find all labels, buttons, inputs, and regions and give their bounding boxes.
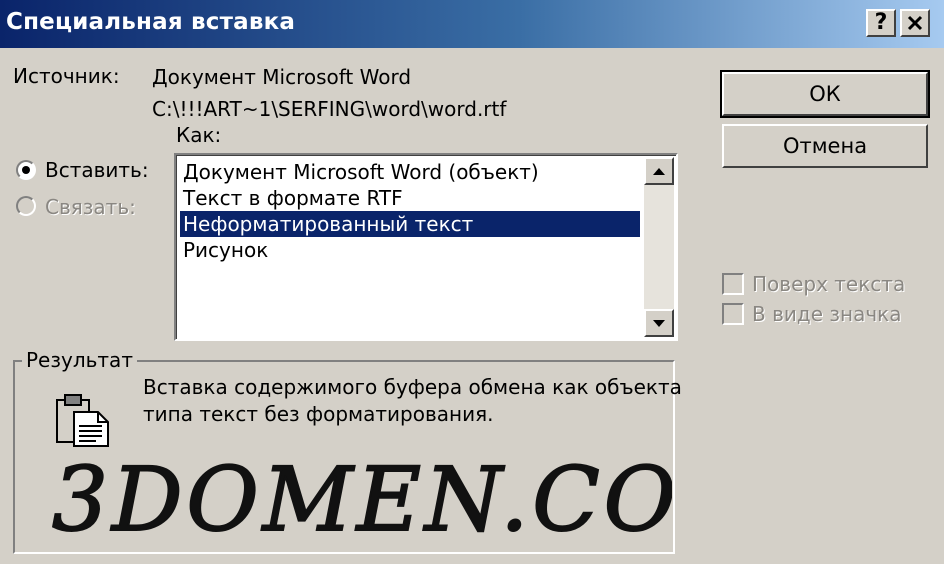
dialog-title: Специальная вставка bbox=[6, 9, 296, 35]
close-button[interactable] bbox=[900, 9, 930, 37]
source-label: Источник: bbox=[13, 64, 120, 88]
paste-special-dialog: Специальная вставка ? Источник: Документ… bbox=[0, 0, 944, 564]
cancel-button[interactable]: Отмена bbox=[722, 124, 928, 168]
watermark-text: 3DOMEN.COM bbox=[52, 448, 672, 548]
title-bar[interactable]: Специальная вставка ? bbox=[0, 0, 944, 48]
float-over-text-checkbox[interactable] bbox=[722, 273, 744, 295]
paste-radio-label[interactable]: Вставить: bbox=[45, 158, 149, 182]
as-label: Как: bbox=[176, 123, 222, 147]
scroll-up-button[interactable] bbox=[644, 157, 674, 185]
listbox-scrollbar[interactable] bbox=[644, 157, 674, 337]
list-item[interactable]: Рисунок bbox=[180, 237, 640, 263]
result-description-line2: типа текст без форматирования. bbox=[143, 402, 494, 426]
display-as-icon-checkbox[interactable] bbox=[722, 303, 744, 325]
result-group-title: Результат bbox=[22, 348, 137, 372]
help-button[interactable]: ? bbox=[866, 9, 896, 37]
scroll-down-button[interactable] bbox=[644, 309, 674, 337]
list-item-selected[interactable]: Неформатированный текст bbox=[180, 211, 640, 237]
arrow-down-icon bbox=[653, 319, 665, 327]
source-path: C:\!!!ART~1\SERFING\word\word.rtf bbox=[152, 97, 507, 121]
list-item[interactable]: Текст в формате RTF bbox=[180, 185, 640, 211]
ok-button[interactable]: ОК bbox=[720, 70, 930, 118]
float-over-text-label[interactable]: Поверх текста bbox=[752, 272, 905, 296]
close-icon bbox=[907, 15, 923, 31]
result-description-line1: Вставка содержимого буфера обмена как об… bbox=[143, 375, 682, 399]
arrow-up-icon bbox=[653, 167, 665, 175]
format-listbox[interactable]: Документ Microsoft Word (объект) Текст в… bbox=[174, 153, 678, 341]
list-item[interactable]: Документ Microsoft Word (объект) bbox=[180, 159, 640, 185]
link-radio-label[interactable]: Связать: bbox=[45, 195, 136, 219]
clipboard-icon bbox=[56, 394, 109, 447]
link-radio[interactable] bbox=[16, 196, 36, 216]
display-as-icon-label[interactable]: В виде значка bbox=[752, 302, 901, 326]
paste-radio[interactable] bbox=[16, 160, 36, 180]
site-watermark: 3DOMEN.COM bbox=[52, 448, 672, 548]
source-name: Документ Microsoft Word bbox=[152, 65, 412, 89]
